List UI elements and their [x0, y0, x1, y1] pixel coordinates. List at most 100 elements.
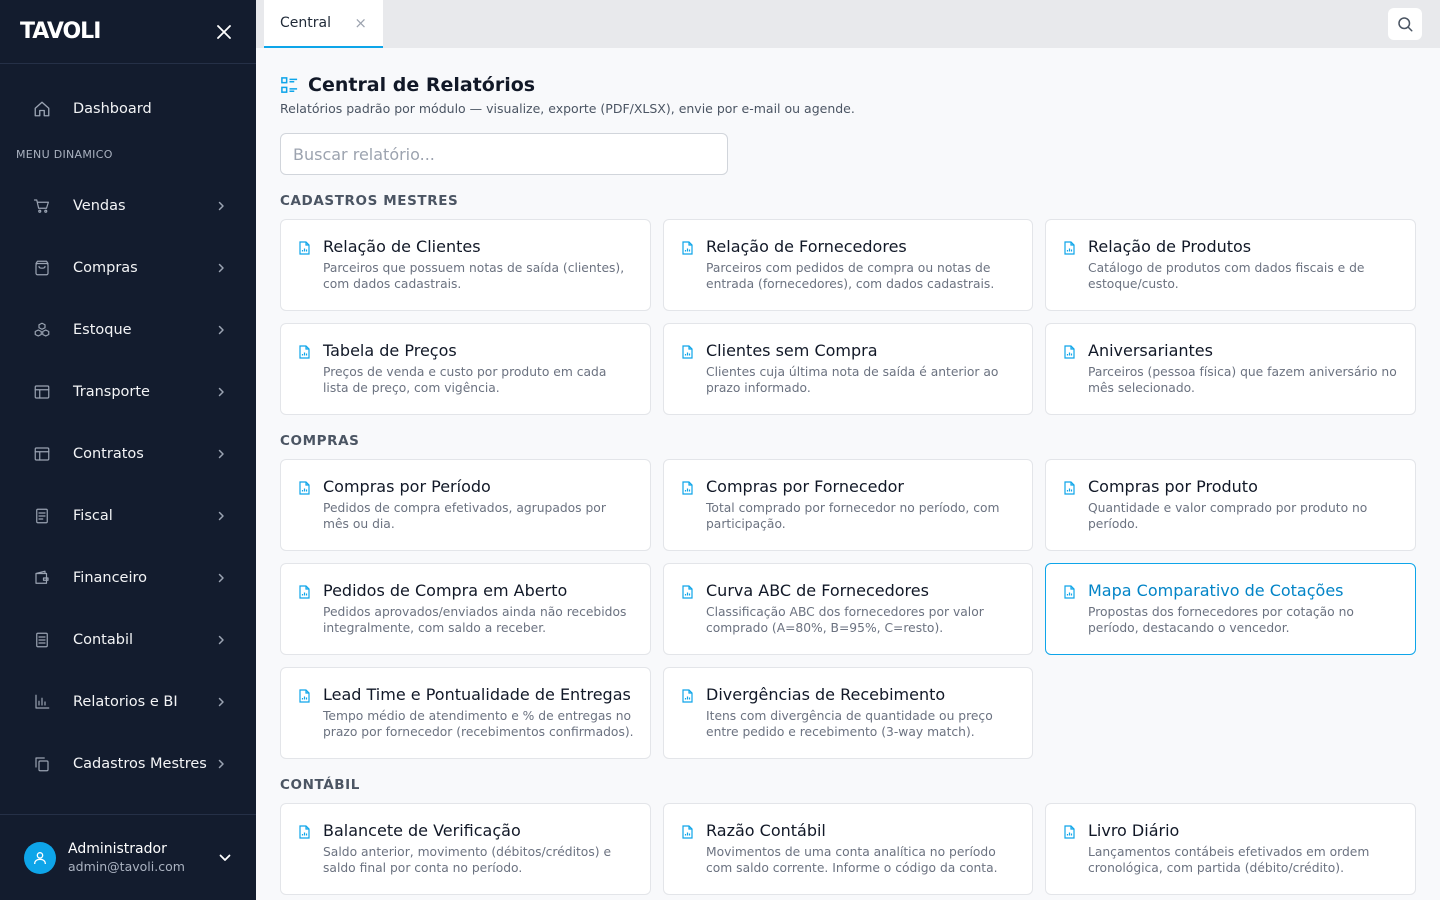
report-file-icon [299, 585, 310, 599]
report-card[interactable]: Curva ABC de Fornecedores Classificação A… [663, 563, 1033, 655]
user-info: Administrador admin@tavoli.com [68, 841, 218, 874]
report-card[interactable]: Lead Time e Pontualidade de Entregas Temp… [280, 667, 651, 759]
sidebar-item-relatorios-e-bi[interactable]: Relatorios e BI [0, 671, 256, 733]
sidebar-item-label: Estoque [73, 322, 132, 338]
brand-bar: TAVOLI [0, 0, 256, 64]
report-description: Itens com divergência de quantidade ou p… [706, 709, 993, 739]
report-grid: Compras por Período Pedidos de compra efe… [280, 459, 1416, 759]
ledger-icon [32, 630, 52, 650]
report-file-icon [682, 585, 693, 599]
sidebar-item-label: Vendas [73, 198, 126, 214]
report-description: Lançamentos contábeis efetivados em orde… [1088, 845, 1370, 875]
report-search[interactable] [280, 133, 728, 175]
sidebar-item-fiscal[interactable]: Fiscal [0, 485, 256, 547]
report-file-icon [1064, 345, 1075, 359]
report-card-text: Compras por Período Pedidos de compra efe… [323, 477, 634, 550]
close-icon [217, 24, 231, 39]
report-categories: CADASTROS MESTRES Relação de Clientes Parc… [280, 193, 1416, 895]
report-card-text: Clientes sem Compra Clientes cuja última … [706, 341, 1016, 414]
global-search-button[interactable] [1388, 8, 1422, 40]
sidebar-item-label: Fiscal [73, 508, 113, 524]
report-file-icon [1064, 481, 1075, 495]
report-card[interactable]: Divergências de Recebimento Itens com div… [663, 667, 1033, 759]
report-description: Total comprado por fornecedor no período… [706, 501, 1000, 531]
report-file-icon [682, 825, 693, 839]
report-card-text: Pedidos de Compra em Aberto Pedidos aprov… [323, 581, 634, 654]
category-title: CONTÁBIL [280, 777, 361, 793]
sidebar-item-label: Contratos [73, 446, 144, 462]
sidebar-item-contabil[interactable]: Contabil [0, 609, 256, 671]
sidebar-nav: Dashboard MENU DINAMICO Vendas Compras Est… [0, 64, 256, 795]
report-description: Parceiros (pessoa física) que fazem aniv… [1088, 365, 1397, 395]
report-card[interactable]: Compras por Produto Quantidade e valor co… [1045, 459, 1416, 551]
report-title: Razão Contábil [706, 821, 826, 840]
report-file-icon [1064, 585, 1075, 599]
report-grid: Relação de Clientes Parceiros que possuem… [280, 219, 1416, 415]
report-card-text: Compras por Produto Quantidade e valor co… [1088, 477, 1399, 550]
report-card[interactable]: Relação de Produtos Catálogo de produtos … [1045, 219, 1416, 311]
report-card[interactable]: Mapa Comparativo de Cotações Propostas do… [1045, 563, 1416, 655]
report-card[interactable]: Compras por Período Pedidos de compra efe… [280, 459, 651, 551]
chevron-right-icon [214, 695, 228, 709]
report-card[interactable]: Relação de Clientes Parceiros que possuem… [280, 219, 651, 311]
report-grid: Balancete de Verificação Saldo anterior, … [280, 803, 1416, 895]
report-card[interactable]: Livro Diário Lançamentos contábeis efetiv… [1045, 803, 1416, 895]
tab-close-button[interactable]: × [354, 14, 367, 32]
report-card-text: Compras por Fornecedor Total comprado por… [706, 477, 1016, 550]
report-card[interactable]: Balancete de Verificação Saldo anterior, … [280, 803, 651, 895]
report-description: Quantidade e valor comprado por produto … [1088, 501, 1368, 531]
report-description: Tempo médio de atendimento e % de entreg… [323, 709, 634, 739]
report-card-text: Relação de Fornecedores Parceiros com ped… [706, 237, 1016, 310]
report-description: Clientes cuja última nota de saída é ant… [706, 365, 999, 395]
report-card[interactable]: Clientes sem Compra Clientes cuja última … [663, 323, 1033, 415]
report-file-icon [682, 689, 693, 703]
report-title: Divergências de Recebimento [706, 685, 946, 704]
chevron-right-icon [214, 199, 228, 213]
sidebar-item-dashboard[interactable]: Dashboard [0, 78, 256, 140]
report-title: Compras por Fornecedor [706, 477, 904, 496]
report-title: Livro Diário [1088, 821, 1180, 840]
sidebar-item-vendas[interactable]: Vendas [0, 175, 256, 237]
report-card[interactable]: Tabela de Preços Preços de venda e custo … [280, 323, 651, 415]
avatar [24, 841, 56, 874]
truck-icon [32, 382, 52, 402]
chevron-right-icon [214, 447, 228, 461]
report-title: Relação de Fornecedores [706, 237, 907, 256]
report-card-text: Razão Contábil Movimentos de uma conta an… [706, 821, 1016, 894]
report-card-text: Relação de Clientes Parceiros que possuem… [323, 237, 634, 310]
report-title: Clientes sem Compra [706, 341, 878, 360]
chevron-right-icon [214, 633, 228, 647]
sidebar-item-estoque[interactable]: Estoque [0, 299, 256, 361]
report-card[interactable]: Relação de Fornecedores Parceiros com ped… [663, 219, 1033, 311]
user-icon [34, 851, 46, 864]
report-title: Tabela de Preços [323, 341, 457, 360]
user-menu[interactable]: Administrador admin@tavoli.com [0, 814, 256, 900]
tab-central[interactable]: Central × [264, 0, 383, 48]
report-card-text: Relação de Produtos Catálogo de produtos … [1088, 237, 1399, 310]
report-description: Classificação ABC dos fornecedores por v… [706, 605, 984, 635]
menu-section-label: MENU DINAMICO [16, 148, 113, 161]
report-description: Catálogo de produtos com dados fiscais e… [1088, 261, 1365, 291]
chevron-right-icon [214, 261, 228, 275]
report-title: Compras por Produto [1088, 477, 1258, 496]
close-sidebar-button[interactable] [212, 20, 236, 44]
sidebar-item-financeiro[interactable]: Financeiro [0, 547, 256, 609]
sidebar-item-cadastros-mestres[interactable]: Cadastros Mestres [0, 733, 256, 795]
chevron-right-icon [214, 509, 228, 523]
page-header: Central de Relatórios [280, 74, 1416, 96]
sidebar-item-contratos[interactable]: Contratos [0, 423, 256, 485]
report-card[interactable]: Razão Contábil Movimentos de uma conta an… [663, 803, 1033, 895]
copy-icon [32, 754, 52, 774]
report-search-input[interactable] [293, 144, 693, 164]
report-title: Compras por Período [323, 477, 491, 496]
chevron-right-icon [214, 571, 228, 585]
report-card[interactable]: Pedidos de Compra em Aberto Pedidos aprov… [280, 563, 651, 655]
report-card[interactable]: Compras por Fornecedor Total comprado por… [663, 459, 1033, 551]
tab-bar: Central × [256, 0, 1440, 48]
sidebar-item-compras[interactable]: Compras [0, 237, 256, 299]
sidebar-item-transporte[interactable]: Transporte [0, 361, 256, 423]
report-card[interactable]: Aniversariantes Parceiros (pessoa física)… [1045, 323, 1416, 415]
chevron-right-icon [214, 385, 228, 399]
category-title: COMPRAS [280, 433, 360, 449]
report-card-text: Tabela de Preços Preços de venda e custo … [323, 341, 634, 414]
